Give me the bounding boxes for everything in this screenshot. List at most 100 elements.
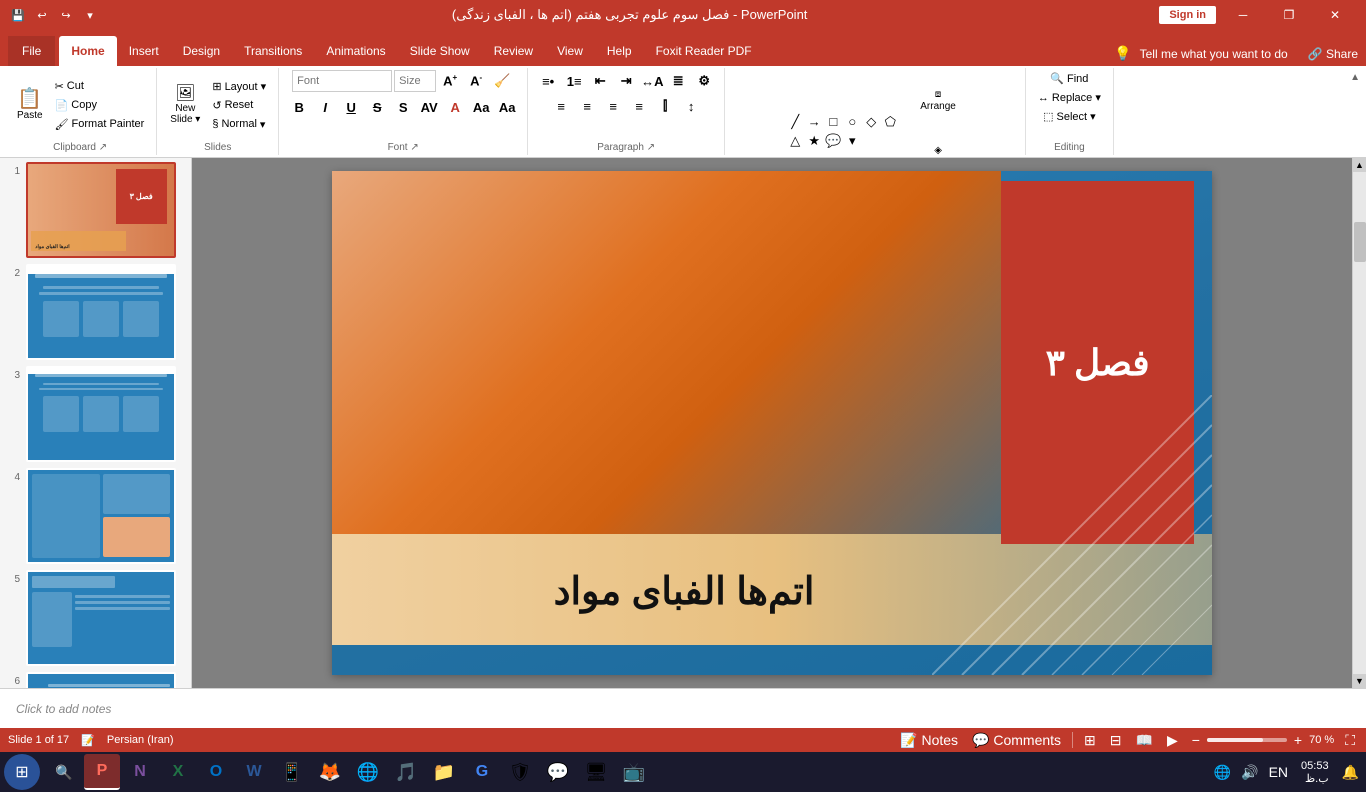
text-direction-btn[interactable]: ↔A (640, 70, 664, 92)
increase-indent-btn[interactable]: ⇥ (614, 70, 638, 92)
notifications-icon[interactable]: 🔔 (1339, 764, 1362, 781)
redo-btn[interactable]: ↪ (56, 5, 76, 25)
font-size-increase-btn[interactable]: A+ (438, 70, 462, 92)
font-name-input[interactable] (292, 70, 392, 92)
app3[interactable]: 🖥 (578, 754, 614, 790)
slide-sorter-btn[interactable]: ⊟ (1107, 732, 1125, 749)
onenote-app[interactable]: N (122, 754, 158, 790)
firefox-app[interactable]: 🦊 (312, 754, 348, 790)
powerpoint-app[interactable]: P (84, 754, 120, 790)
security-app[interactable]: 🛡 (502, 754, 538, 790)
tab-design[interactable]: Design (171, 36, 232, 66)
triangle-btn[interactable]: △ (786, 132, 804, 150)
save-quick-btn[interactable]: 💾 (8, 5, 28, 25)
bullets-btn[interactable]: ≡• (536, 70, 560, 92)
find-button[interactable]: 🔍 Find (1046, 70, 1092, 87)
slide-title-area[interactable]: اتم‌ها الفبای مواد (376, 544, 992, 640)
clock[interactable]: 05:53 ب.ظ (1295, 760, 1335, 785)
font-size-decrease-btn[interactable]: A- (464, 70, 488, 92)
align-text-btn[interactable]: ≣ (666, 70, 690, 92)
underline-btn[interactable]: U (339, 96, 363, 118)
replace-button[interactable]: ↔ Replace ▾ (1034, 89, 1105, 106)
volume-icon[interactable]: 🔊 (1238, 764, 1261, 781)
pentagon-btn[interactable]: ⬠ (881, 113, 899, 131)
keyboard-icon[interactable]: EN (1266, 764, 1291, 780)
font-expand[interactable]: ↗ (410, 142, 418, 153)
scroll-down-btn[interactable]: ▼ (1353, 674, 1366, 688)
char-spacing-btn[interactable]: AV (417, 96, 441, 118)
ribbon-collapse-btn[interactable]: ▲ (1348, 70, 1362, 155)
copy-button[interactable]: 📄 Copy (51, 97, 149, 114)
slide-canvas[interactable]: فصل ۳ اتم‌ها الفبای مواد (332, 171, 1212, 675)
music-app[interactable]: 🎵 (388, 754, 424, 790)
undo-btn[interactable]: ↩ (32, 5, 52, 25)
format-painter-button[interactable]: 🖌 Format Painter (51, 116, 149, 133)
tab-review[interactable]: Review (482, 36, 545, 66)
zoom-in-btn[interactable]: + (1291, 732, 1305, 748)
scroll-up-btn[interactable]: ▲ (1353, 158, 1366, 172)
bold-btn[interactable]: B (287, 96, 311, 118)
notes-area[interactable]: Click to add notes (0, 688, 1366, 728)
tab-slideshow[interactable]: Slide Show (398, 36, 482, 66)
share-button[interactable]: 🔗 Share (1308, 47, 1358, 61)
layout-button[interactable]: ⊞ Layout ▾ (208, 78, 270, 95)
rect-btn[interactable]: □ (824, 113, 842, 131)
tell-me-text[interactable]: Tell me what you want to do (1140, 47, 1288, 61)
change-case-btn[interactable]: Aa (495, 96, 519, 118)
quick-styles-button[interactable]: ◈ QuickStyles (912, 132, 964, 158)
customize-btn[interactable]: ▾ (80, 5, 100, 25)
convert-smartart-btn[interactable]: ⚙ (692, 70, 716, 92)
excel-app[interactable]: X (160, 754, 196, 790)
files-app[interactable]: 📁 (426, 754, 462, 790)
search-app[interactable]: 🔍 (46, 754, 82, 790)
restore-btn[interactable]: ❐ (1266, 0, 1312, 30)
slide-thumb-2[interactable]: 2 (4, 264, 187, 360)
slide-thumb-6[interactable]: 6 (4, 672, 187, 688)
italic-btn[interactable]: I (313, 96, 337, 118)
zoom-slider[interactable] (1207, 738, 1287, 742)
normal-view-btn[interactable]: ⊞ (1081, 732, 1099, 749)
chrome-app[interactable]: G (464, 754, 500, 790)
edge-app[interactable]: 🌐 (350, 754, 386, 790)
signin-button[interactable]: Sign in (1159, 6, 1216, 24)
paste-button[interactable]: 📋 Paste (12, 75, 48, 135)
network-icon[interactable]: 🌐 (1211, 764, 1234, 781)
font-size-input[interactable] (394, 70, 436, 92)
tab-insert[interactable]: Insert (117, 36, 171, 66)
close-btn[interactable]: ✕ (1312, 0, 1358, 30)
tab-foxit[interactable]: Foxit Reader PDF (644, 36, 764, 66)
reading-view-btn[interactable]: 📖 (1133, 732, 1156, 749)
slide-thumb-5[interactable]: 5 (4, 570, 187, 666)
vertical-scrollbar[interactable]: ▲ ▼ (1352, 158, 1366, 688)
line-btn[interactable]: ╱ (786, 113, 804, 131)
tab-view[interactable]: View (545, 36, 595, 66)
parallelogram-btn[interactable]: ◇ (862, 113, 880, 131)
clear-formatting-btn[interactable]: 🧹 (490, 70, 514, 92)
arrow-btn[interactable]: → (805, 113, 823, 131)
shadow-btn[interactable]: S (391, 96, 415, 118)
new-slide-button[interactable]: 🖼 NewSlide ▾ (165, 75, 205, 135)
scroll-thumb[interactable] (1354, 222, 1366, 262)
strikethrough-btn[interactable]: S (365, 96, 389, 118)
tab-file[interactable]: File (8, 36, 55, 66)
paragraph-expand[interactable]: ↗ (647, 142, 655, 153)
zoom-out-btn[interactable]: − (1189, 732, 1203, 748)
word-app[interactable]: W (236, 754, 272, 790)
slide-thumb-3[interactable]: 3 (4, 366, 187, 462)
numbering-btn[interactable]: 1≡ (562, 70, 586, 92)
align-left-btn[interactable]: ≡ (549, 95, 573, 117)
app2[interactable]: 💬 (540, 754, 576, 790)
tell-me-icon[interactable]: 💡 (1114, 45, 1131, 62)
reset-button[interactable]: ↺ Reset (208, 97, 270, 114)
more-shapes-btn[interactable]: ▾ (843, 132, 861, 150)
spell-check-icon[interactable]: 📝 (81, 734, 95, 747)
app1[interactable]: 📱 (274, 754, 310, 790)
line-spacing-btn[interactable]: ↕ (679, 95, 703, 117)
slide-thumb-4[interactable]: 4 (4, 468, 187, 564)
star-btn[interactable]: ★ (805, 132, 823, 150)
font-color-btn[interactable]: A (443, 96, 467, 118)
notes-btn[interactable]: 📝 Notes (897, 732, 961, 749)
fit-slide-btn[interactable]: ⛶ (1342, 732, 1358, 749)
tab-home[interactable]: Home (59, 36, 116, 66)
outlook-app[interactable]: O (198, 754, 234, 790)
